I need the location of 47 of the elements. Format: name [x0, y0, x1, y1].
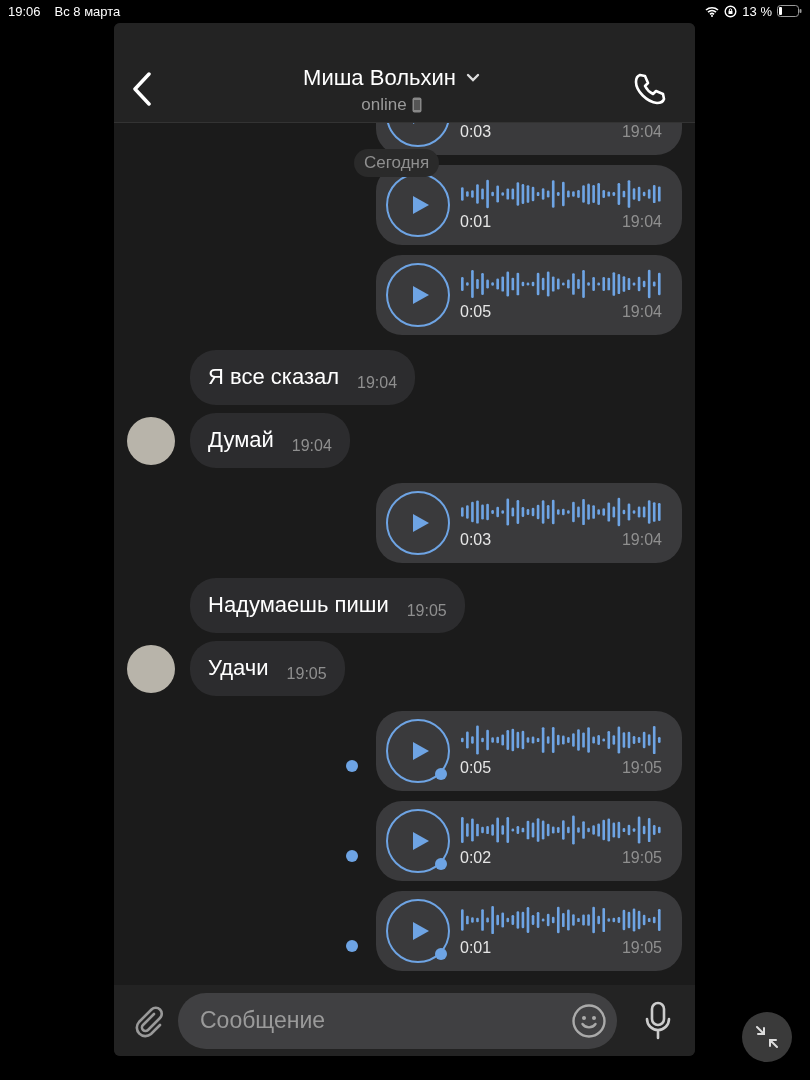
battery-icon: [777, 5, 802, 17]
status-date: Вс 8 марта: [54, 3, 121, 19]
back-chevron-icon[interactable]: [132, 71, 152, 106]
collapse-arrows-icon: [754, 1024, 780, 1050]
play-button[interactable]: [386, 263, 450, 327]
play-button[interactable]: [386, 899, 450, 963]
wifi-icon: [705, 5, 720, 17]
message-time: 19:04: [621, 303, 662, 321]
message-text: Удачи: [208, 655, 269, 680]
voice-duration: 0:05: [460, 759, 492, 777]
voice-duration: 0:03: [460, 123, 492, 141]
play-button[interactable]: [386, 719, 450, 783]
online-status: online: [361, 94, 407, 115]
message-text: Я все сказал: [208, 364, 340, 389]
message-text: Думай: [208, 427, 274, 452]
avatar-photo-placeholder[interactable]: [127, 416, 175, 465]
collapse-button[interactable]: [742, 1012, 792, 1062]
play-button[interactable]: [386, 809, 450, 873]
message-time: 19:05: [621, 759, 662, 777]
rotation-lock-icon: [724, 4, 738, 18]
voice-duration: 0:02: [460, 849, 492, 867]
avatar-photo-placeholder[interactable]: [127, 644, 175, 693]
voice-duration: 0:01: [460, 939, 492, 957]
message-time: 19:04: [621, 531, 662, 549]
message-time: 19:05: [621, 849, 662, 867]
message-time: 19:04: [357, 373, 398, 393]
status-time: 19:06: [8, 3, 41, 19]
chevron-down-icon[interactable]: [465, 73, 480, 82]
voice-duration: 0:01: [460, 213, 492, 231]
phone-device-icon: [411, 96, 422, 113]
message-field[interactable]: Сообщение: [178, 992, 617, 1049]
message-time: 19:04: [621, 213, 662, 231]
message-time: 19:04: [291, 436, 332, 456]
voice-duration: 0:05: [460, 303, 492, 321]
contact-name[interactable]: Миша Вольхин: [303, 64, 456, 91]
date-divider: Сегодня: [354, 149, 440, 177]
message-text: Надумаешь пиши: [208, 592, 389, 617]
message-time: 19:05: [286, 664, 327, 684]
emoji-icon[interactable]: [571, 1002, 607, 1039]
message-time: 19:05: [621, 939, 662, 957]
battery-percent: 13 %: [742, 3, 772, 19]
play-button[interactable]: [386, 173, 450, 237]
message-time: 19:04: [621, 123, 662, 141]
play-button[interactable]: [386, 491, 450, 555]
voice-duration: 0:03: [460, 531, 492, 549]
message-time: 19:05: [406, 601, 447, 621]
microphone-icon[interactable]: [643, 1000, 673, 1041]
